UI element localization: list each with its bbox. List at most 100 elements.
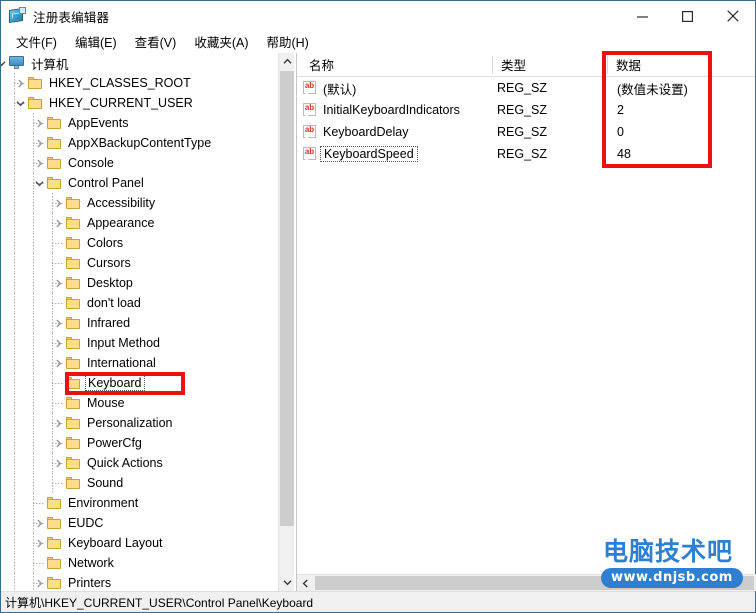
tree-guide-line: [14, 233, 15, 253]
menu-edit[interactable]: 编辑(E): [66, 30, 126, 54]
column-header-data[interactable]: 数据: [608, 53, 756, 76]
tree-item-hkey-current-user[interactable]: HKEY_CURRENT_USER: [1, 93, 279, 113]
tree-guide-line: [14, 473, 15, 493]
chevron-right-icon[interactable]: [52, 413, 64, 433]
maximize-button[interactable]: [665, 1, 710, 31]
tree-item-don-t-load[interactable]: don't load: [1, 293, 279, 313]
tree-guide-line: [14, 513, 15, 533]
tree-guide-line: [14, 273, 15, 293]
tree-item-text: HKEY_CLASSES_ROOT: [49, 76, 191, 90]
scroll-up-icon[interactable]: [279, 53, 294, 70]
tree-item-text: International: [87, 356, 156, 370]
chevron-right-icon[interactable]: [52, 333, 64, 353]
tree-item-hkey-classes-root[interactable]: HKEY_CLASSES_ROOT: [1, 73, 279, 93]
chevron-right-icon[interactable]: [33, 513, 45, 533]
tree-item-control-panel[interactable]: Control Panel: [1, 173, 279, 193]
tree-item-cursors[interactable]: Cursors: [1, 253, 279, 273]
tree-item-label: Colors: [85, 233, 125, 253]
folder-icon: [66, 417, 80, 429]
tree-guide-line: [52, 303, 63, 304]
tree-item-[interactable]: 计算机: [1, 53, 279, 73]
value-row[interactable]: ab KeyboardDelay REG_SZ 0: [297, 121, 756, 143]
value-row[interactable]: ab (默认) REG_SZ (数值未设置): [297, 77, 756, 99]
tree-item-console[interactable]: Console: [1, 153, 279, 173]
column-header-type[interactable]: 类型: [493, 53, 607, 76]
tree-guide-line: [14, 493, 15, 513]
value-row[interactable]: ab InitialKeyboardIndicators REG_SZ 2: [297, 99, 756, 121]
tree-item-colors[interactable]: Colors: [1, 233, 279, 253]
menu-file[interactable]: 文件(F): [7, 30, 66, 54]
tree-item-text: Printers: [68, 576, 112, 590]
chevron-right-icon[interactable]: [33, 113, 45, 133]
menu-favorites[interactable]: 收藏夹(A): [185, 30, 257, 54]
chevron-right-icon[interactable]: [33, 533, 45, 553]
chevron-down-icon[interactable]: [33, 173, 45, 193]
tree-scroll-thumb[interactable]: [280, 71, 294, 526]
value-name[interactable]: (默认): [323, 77, 356, 99]
tree-item-text: Network: [68, 556, 114, 570]
tree-guide-line: [33, 313, 34, 333]
tree-item-text: Desktop: [87, 276, 133, 290]
tree-item-eudc[interactable]: EUDC: [1, 513, 279, 533]
chevron-right-icon[interactable]: [52, 273, 64, 293]
tree-item-quick-actions[interactable]: Quick Actions: [1, 453, 279, 473]
tree-item-infrared[interactable]: Infrared: [1, 313, 279, 333]
menu-help[interactable]: 帮助(H): [257, 30, 317, 54]
tree-item-mouse[interactable]: Mouse: [1, 393, 279, 413]
close-button[interactable]: [710, 1, 755, 31]
minimize-button[interactable]: [620, 1, 665, 31]
tree-vertical-scrollbar[interactable]: [278, 53, 294, 591]
tree-item-personalization[interactable]: Personalization: [1, 413, 279, 433]
chevron-down-icon[interactable]: [14, 93, 26, 113]
chevron-right-icon[interactable]: [33, 133, 45, 153]
tree-item-input-method[interactable]: Input Method: [1, 333, 279, 353]
chevron-right-icon[interactable]: [52, 313, 64, 333]
tree-guide-line: [33, 273, 34, 293]
tree-item-network[interactable]: Network: [1, 553, 279, 573]
value-name[interactable]: InitialKeyboardIndicators: [323, 99, 460, 121]
chevron-right-icon[interactable]: [52, 453, 64, 473]
tree-item-keyboard[interactable]: Keyboard: [1, 373, 279, 393]
tree-item-keyboard-layout[interactable]: Keyboard Layout: [1, 533, 279, 553]
tree-guide-line: [33, 233, 34, 253]
chevron-right-icon[interactable]: [52, 193, 64, 213]
tree-item-international[interactable]: International: [1, 353, 279, 373]
tree-item-text: Console: [68, 156, 114, 170]
tree-item-appevents[interactable]: AppEvents: [1, 113, 279, 133]
tree-item-text: 计算机: [31, 57, 69, 72]
registry-tree-pane[interactable]: 计算机 HKEY_CLASSES_ROOT HKEY_CURRENT_USER App…: [1, 53, 295, 591]
column-header-name[interactable]: 名称: [301, 53, 491, 76]
tree-item-printers[interactable]: Printers: [1, 573, 279, 591]
chevron-right-icon[interactable]: [14, 73, 26, 93]
tree-item-accessibility[interactable]: Accessibility: [1, 193, 279, 213]
tree-item-appearance[interactable]: Appearance: [1, 213, 279, 233]
tree-item-text: Accessibility: [87, 196, 156, 210]
chevron-down-icon[interactable]: [1, 53, 7, 73]
tree-guide-line: [14, 573, 15, 591]
chevron-right-icon[interactable]: [33, 573, 45, 591]
chevron-right-icon[interactable]: [33, 153, 45, 173]
values-list-pane[interactable]: 名称 类型 数据 ab (默认) REG_SZ (数值未设置) ab InitialKey…: [296, 53, 756, 591]
values-hscroll-thumb[interactable]: [315, 576, 754, 590]
tree-item-appxbackupcontenttype[interactable]: AppXBackupContentType: [1, 133, 279, 153]
scroll-down-icon[interactable]: [279, 574, 294, 591]
tree-item-powercfg[interactable]: PowerCfg: [1, 433, 279, 453]
value-type: REG_SZ: [497, 147, 548, 161]
tree-item-environment[interactable]: Environment: [1, 493, 279, 513]
chevron-right-icon[interactable]: [52, 213, 64, 233]
value-name[interactable]: KeyboardSpeed: [320, 143, 418, 165]
tree-item-label: Sound: [85, 473, 125, 493]
tree-item-desktop[interactable]: Desktop: [1, 273, 279, 293]
chevron-right-icon[interactable]: [52, 353, 64, 373]
chevron-right-icon[interactable]: [52, 433, 64, 453]
window-controls: [620, 1, 755, 31]
values-horizontal-scrollbar[interactable]: [297, 574, 756, 591]
tree-item-text: HKEY_CURRENT_USER: [49, 96, 193, 110]
value-row[interactable]: ab KeyboardSpeed REG_SZ 48: [297, 143, 756, 165]
tree-item-sound[interactable]: Sound: [1, 473, 279, 493]
values-column-header[interactable]: 名称 类型 数据: [297, 53, 755, 77]
menu-view[interactable]: 查看(V): [126, 30, 186, 54]
scroll-left-icon[interactable]: [297, 575, 314, 591]
value-name[interactable]: KeyboardDelay: [323, 121, 408, 143]
value-type: REG_SZ: [497, 81, 548, 95]
